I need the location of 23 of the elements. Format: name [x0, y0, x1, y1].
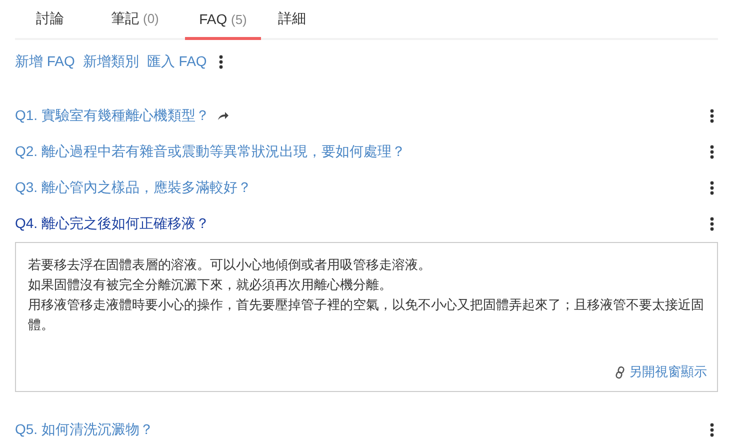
action-link[interactable]: 新增類別 [82, 53, 139, 71]
tab[interactable]: FAQ (5) [185, 0, 261, 40]
answer-text: 用移液管移走液體時要小心的操作，首先要壓掉管子裡的空氣，以免不小心又把固體弄起來了；且移液管不要太接近固體。 [28, 296, 705, 334]
faq-question[interactable]: Q4. 離心完之後如何正確移液？ [15, 215, 210, 233]
answer-text: 如果固體沒有被完全分離沉澱下來，就必須再次用離心機分離。 [28, 276, 393, 294]
action-link[interactable]: 新增 FAQ [15, 53, 75, 71]
tab[interactable]: 筆記 (0) [85, 0, 185, 40]
faq-question[interactable]: Q3. 離心管內之樣品，應裝多滿較好？ [15, 179, 252, 197]
answer-text: 若要移去浮在固體表層的溶液。可以小心地傾倒或者用吸管移走溶液。 [28, 256, 432, 274]
action-link[interactable]: 匯入 FAQ [146, 53, 207, 71]
tab[interactable]: 詳細 [261, 0, 323, 40]
more-icon [710, 217, 714, 231]
faq-question[interactable]: Q2. 離心過程中若有雜音或震動等異常狀況出現，要如何處理？ [15, 143, 406, 161]
more-icon [710, 423, 714, 437]
open-window-link[interactable]: 另開視窗顯示 [629, 363, 707, 381]
tab[interactable]: 討論 [15, 0, 85, 40]
more-icon [710, 145, 714, 159]
link-icon [615, 366, 625, 378]
faq-question[interactable]: Q5. 如何清洗沉澱物？ [15, 421, 154, 439]
more-icon [218, 55, 223, 69]
faq-question[interactable]: Q1. 實驗室有幾種離心機類型？ [15, 107, 210, 125]
more-icon [710, 109, 714, 123]
more-icon [710, 181, 714, 195]
